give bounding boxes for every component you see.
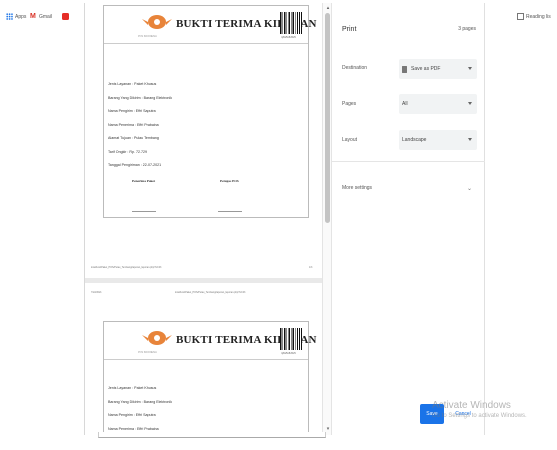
document-icon	[402, 65, 407, 73]
chevron-down-icon	[468, 138, 472, 141]
logo-caption: POS INDONESIA	[138, 351, 157, 354]
destination-select[interactable]: Save as PDF	[399, 59, 477, 79]
chevron-down-icon	[468, 102, 472, 105]
preview-bottom-edge	[98, 432, 326, 438]
bookmark-gmail-label: Gmail	[39, 13, 53, 20]
print-settings-panel: Print 3 pages Destination Save as PDF Pa…	[332, 3, 485, 435]
receipt-header: POS INDONESIA BUKTI TERIMA KIRIMAN rp5x5…	[104, 322, 317, 360]
youtube-icon	[62, 13, 69, 20]
page2-header-date: 7/22/2021	[91, 291, 102, 294]
layout-value: Landscape	[402, 137, 427, 143]
signature-officer: Petugas POS	[220, 179, 239, 183]
receipt-card: POS INDONESIA BUKTI TERIMA KIRIMAN rp5x5…	[103, 5, 317, 218]
layout-label: Layout	[342, 137, 358, 143]
logo-caption: POS INDONESIA	[138, 35, 157, 38]
preview-page-2: 7/22/2021 localhost/Paket_POS/Pulau_Temb…	[85, 283, 322, 435]
bookmark-reading-list[interactable]: Reading lis	[517, 13, 551, 20]
signature-recipient: Penerima Paket	[132, 179, 156, 183]
page1-footer-url: localhost/Paket_POS/Pulau_Tembang/lapora…	[91, 266, 162, 269]
print-title: Print	[342, 26, 357, 33]
scroll-up-arrow-icon[interactable]: ▴	[325, 5, 331, 11]
field-sender: Nama Pengirim : Effri Saputra	[108, 413, 156, 417]
receipt-fields: Jenis Layanan : Paket Khusus Barang Yang…	[108, 382, 172, 435]
page1-footer-number: 1/3	[309, 266, 313, 269]
preview-scrollbar[interactable]: ▴ ▾	[322, 3, 332, 435]
pages-label: Pages	[342, 101, 357, 107]
preview-page-1: POS INDONESIA BUKTI TERIMA KIRIMAN rp5x5…	[85, 3, 322, 278]
signature-line-officer	[218, 211, 242, 212]
destination-value: Save as PDF	[411, 66, 441, 72]
bookmark-apps[interactable]: Apps	[6, 13, 26, 20]
barcode-number: rp5x5x5x5x5	[281, 36, 296, 39]
field-service: Jenis Layanan : Paket Khusus	[108, 386, 157, 390]
pages-select[interactable]: All	[399, 94, 477, 114]
destination-label: Destination	[342, 65, 368, 71]
receipt-fields: Jenis Layanan : Paket Khusus Barang Yang…	[108, 78, 172, 173]
field-recipient: Nama Penerima : Effri Prabaina	[108, 122, 159, 127]
bookmark-youtube[interactable]	[62, 13, 69, 20]
page-count: 3 pages	[458, 26, 476, 32]
bookmark-apps-label: Apps	[15, 13, 27, 20]
barcode-icon	[280, 12, 302, 34]
print-preview[interactable]: POS INDONESIA BUKTI TERIMA KIRIMAN rp5x5…	[84, 3, 322, 435]
activate-windows-watermark: Activate Windows Go to Settings to activ…	[432, 400, 527, 419]
barcode-number: rp5x5x5x5x5	[281, 352, 296, 355]
field-item: Barang Yang Dikirim : Barang Elektronik	[108, 399, 172, 404]
field-service: Jenis Layanan : Paket Khusus	[108, 82, 157, 86]
chevron-down-icon[interactable]: ⌄	[467, 185, 472, 192]
reading-list-icon	[517, 13, 524, 20]
pos-indonesia-logo-icon	[142, 331, 172, 345]
watermark-subtitle: Go to Settings to activate Windows.	[432, 413, 527, 419]
signature-line-recipient	[132, 211, 156, 212]
bookmark-gmail[interactable]: M Gmail	[30, 13, 52, 20]
field-item: Barang Yang Dikirim : Barang Elektronik	[108, 95, 172, 100]
receipt-header: POS INDONESIA BUKTI TERIMA KIRIMAN rp5x5…	[104, 6, 317, 44]
page2-header-url: localhost/Paket_POS/Pulau_Tembang/lapora…	[175, 291, 246, 294]
layout-select[interactable]: Landscape	[399, 130, 477, 150]
field-shipping-fee: Tarif Ongkir : Rp. 72.729	[108, 149, 147, 154]
scroll-thumb[interactable]	[325, 13, 330, 223]
chevron-down-icon	[468, 67, 472, 70]
pos-indonesia-logo-icon	[142, 15, 172, 29]
field-sender: Nama Pengirim : Effri Saputra	[108, 109, 156, 113]
pages-value: All	[402, 101, 408, 107]
reading-list-label: Reading lis	[526, 13, 551, 20]
more-settings-toggle[interactable]: More settings	[342, 185, 372, 191]
field-address: Alamat Tujuan : Pulau Tembang	[108, 136, 159, 140]
apps-grid-icon	[6, 13, 13, 20]
receipt-card: POS INDONESIA BUKTI TERIMA KIRIMAN rp5x5…	[103, 321, 317, 435]
watermark-title: Activate Windows	[432, 400, 511, 411]
barcode-icon	[280, 328, 302, 350]
gmail-icon: M	[30, 13, 36, 20]
field-date: Tanggal Pengiriman : 22-07-2021	[108, 163, 162, 167]
divider	[332, 161, 485, 162]
